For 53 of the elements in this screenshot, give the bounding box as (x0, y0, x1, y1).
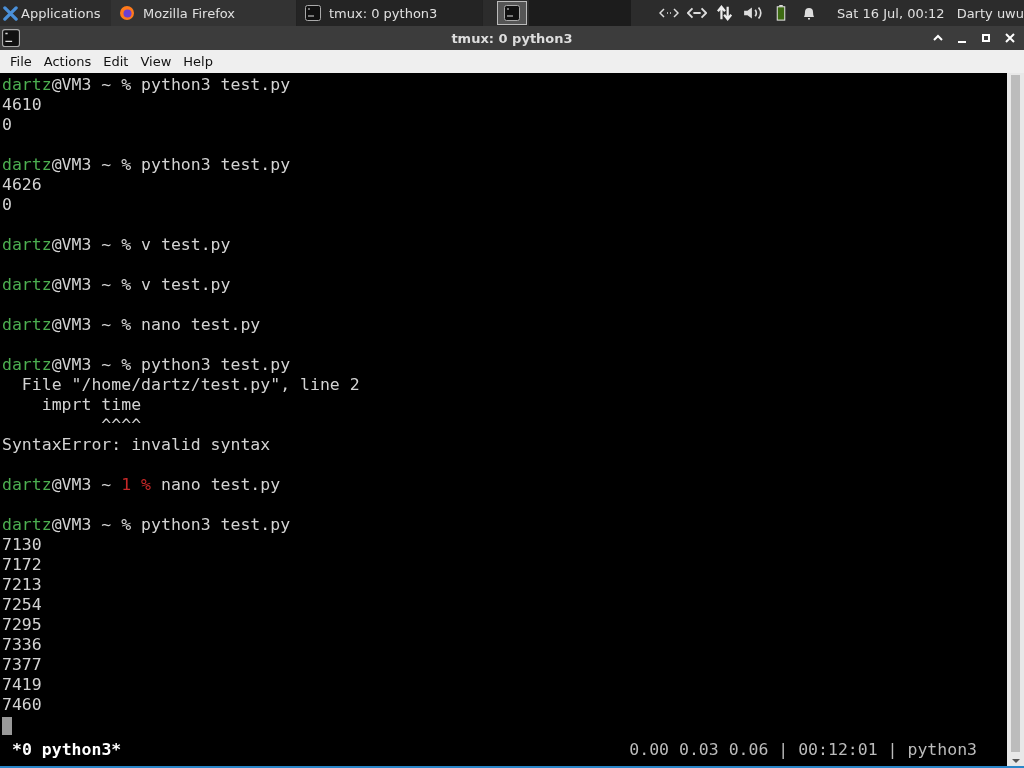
terminal-line: dartz@VM3 ~ % python3 test.py (2, 155, 292, 175)
terminal-line: 7377 (2, 655, 43, 675)
clock[interactable]: Sat 16 Jul, 00:12 (837, 5, 945, 21)
terminal-line: dartz@VM3 ~ % v test.py (2, 275, 232, 295)
menu-item[interactable]: View (134, 54, 178, 69)
scroll-down-icon[interactable] (1010, 758, 1021, 764)
tmux-window-label: *0 python3* (12, 739, 122, 759)
network-icon[interactable] (687, 5, 708, 21)
terminal-line: 0 (2, 115, 13, 135)
terminal-icon (305, 5, 321, 21)
tmux-status-text: 0.00 0.03 0.06 | 00:12:01 | python3 (629, 739, 977, 759)
terminal-line: SyntaxError: invalid syntax (2, 435, 272, 455)
scrollbar-thumb[interactable] (1011, 75, 1020, 752)
terminal-icon[interactable] (2, 29, 20, 47)
volume-icon[interactable] (743, 5, 764, 21)
workspace-switcher[interactable] (529, 0, 631, 26)
text-cursor (2, 716, 12, 735)
terminal-line: dartz@VM3 ~ % python3 test.py (2, 75, 292, 95)
x-icon (3, 5, 18, 21)
terminal-line: 7460 (2, 695, 43, 715)
applications-menu[interactable]: Applications (0, 0, 111, 26)
globe-icon (119, 5, 135, 21)
terminal-line: dartz@VM3 ~ % python3 test.py (2, 355, 292, 375)
terminal-line: 7213 (2, 575, 43, 595)
terminal-line: 7295 (2, 615, 43, 635)
terminal-line: imprt time (40, 395, 143, 415)
terminal-line: ^^^^ (100, 415, 143, 435)
terminal-line: File "/home/dartz/test.py", line 2 (20, 375, 361, 395)
terminal-line: 4626 (2, 175, 43, 195)
close-icon[interactable] (1004, 32, 1016, 44)
terminal-line: dartz@VM3 ~ % python3 test.py (2, 515, 292, 535)
menu-item[interactable]: Edit (97, 54, 135, 69)
menu-item[interactable]: File (4, 54, 38, 69)
maximize-icon[interactable] (980, 32, 992, 44)
terminal-line: dartz@VM3 ~ % v test.py (2, 235, 232, 255)
terminal-line: 7254 (2, 595, 43, 615)
taskbar-button[interactable]: tmux: 0 python3 (297, 0, 483, 26)
terminal-line: dartz@VM3 ~ 1 % nano test.py (2, 475, 282, 495)
window-title: tmux: 0 python3 (451, 30, 573, 46)
terminal-line: 0 (2, 195, 13, 215)
menu-item[interactable]: Help (177, 54, 219, 69)
terminal-line: 4610 (2, 95, 43, 115)
terminal-line: 7336 (2, 635, 43, 655)
scrollbar[interactable] (1007, 73, 1024, 766)
menu-item[interactable]: Actions (37, 54, 98, 69)
terminal-line: 7419 (2, 675, 43, 695)
terminal-launcher[interactable] (497, 1, 527, 25)
taskbar-button[interactable]: Mozilla Firefox (111, 0, 297, 26)
terminal-icon (504, 5, 520, 21)
terminal-line: 7130 (2, 535, 43, 555)
user-menu[interactable]: Darty uwu (956, 5, 1024, 21)
terminal-line: dartz@VM3 ~ % nano test.py (2, 315, 262, 335)
terminal-line: 7172 (2, 555, 43, 575)
